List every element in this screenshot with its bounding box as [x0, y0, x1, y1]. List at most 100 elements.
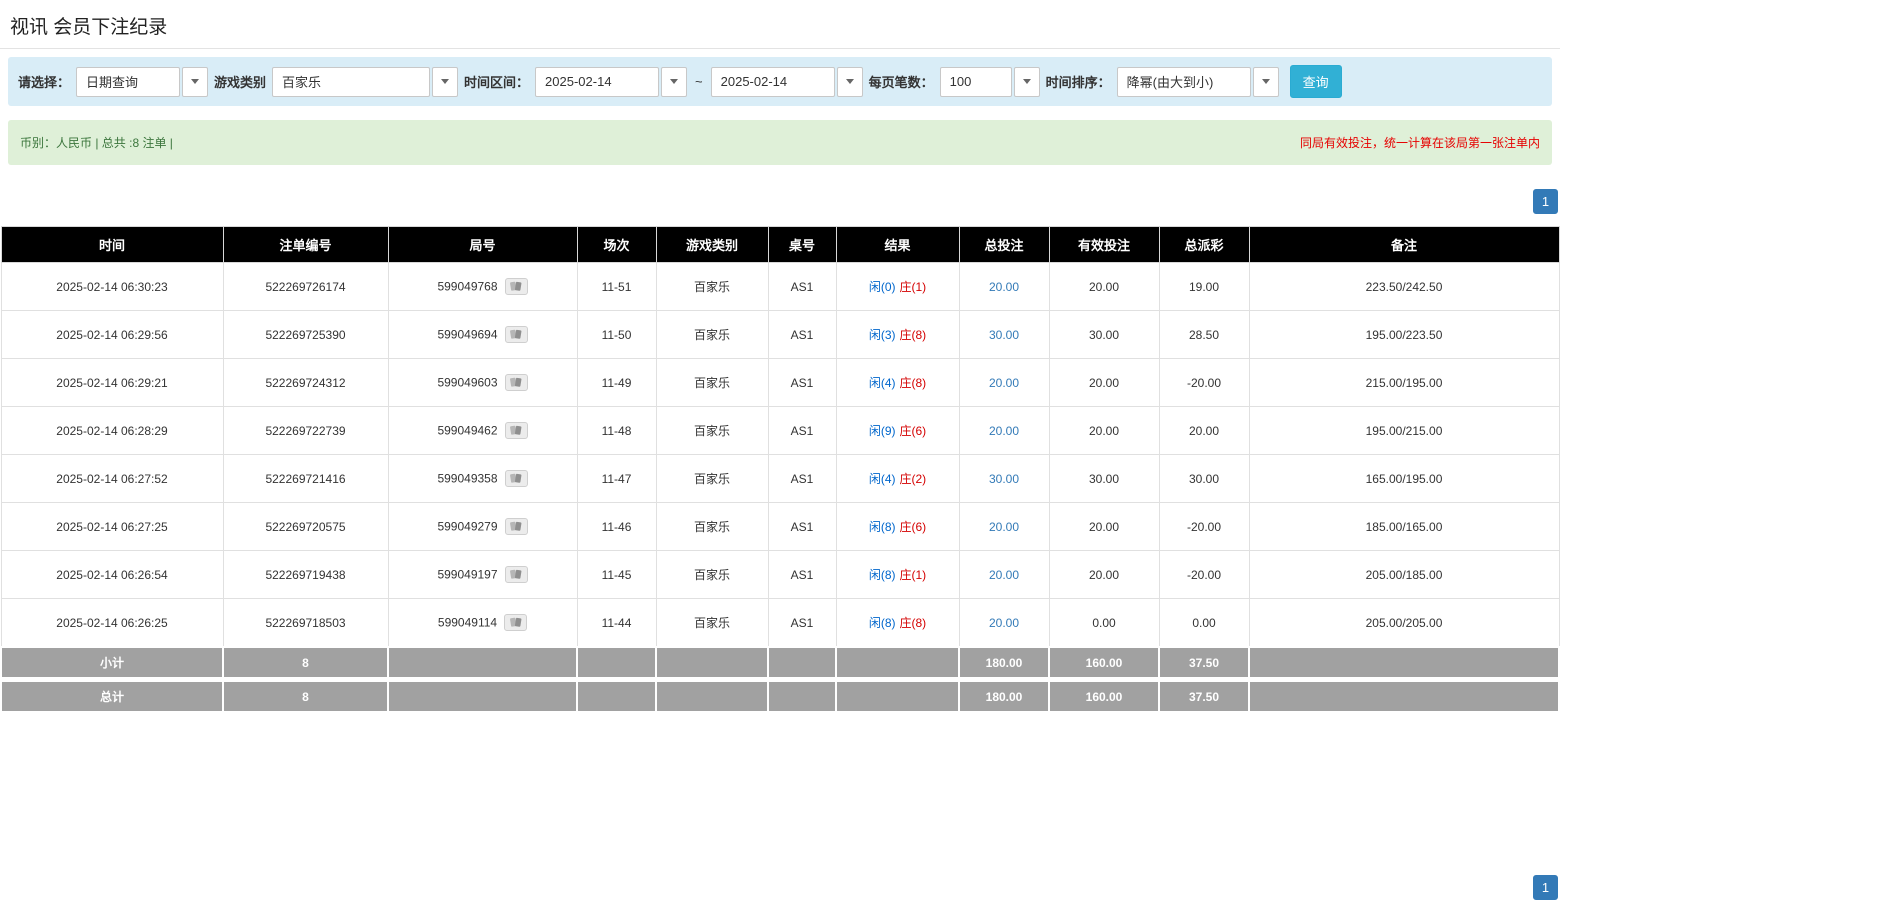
subtotal-total-bet: 180.00 [958, 646, 1050, 681]
col-header-session: 场次 [576, 226, 657, 263]
sort-select[interactable]: 降幂(由大到小) [1116, 66, 1279, 97]
round-video-icon[interactable] [504, 374, 528, 391]
search-button[interactable]: 查询 [1289, 65, 1342, 98]
cell-result: 闲(8) 庄(6) [835, 502, 960, 551]
grand-total-label: 总计 [0, 677, 224, 713]
query-type-label: 请选择： [18, 75, 71, 90]
result-player: 闲(8) [868, 568, 896, 582]
subtotal-empty [767, 646, 837, 681]
subtotal-empty [655, 646, 769, 681]
cell-game-type: 百家乐 [655, 598, 769, 648]
page-1-button[interactable]: 1 [1533, 189, 1558, 214]
round-id-text: 599049768 [437, 279, 498, 294]
col-header-game-type: 游戏类别 [655, 226, 769, 263]
round-video-icon[interactable] [504, 470, 528, 487]
round-video-icon[interactable] [504, 566, 528, 583]
total-bet-link[interactable]: 30.00 [989, 328, 1019, 342]
cell-remark: 223.50/242.50 [1248, 262, 1560, 311]
cell-round-id: 599049462 [387, 406, 578, 455]
caret-glyph [1261, 79, 1270, 84]
cell-time: 2025-02-14 06:29:56 [0, 310, 224, 359]
betting-records-table: 时间 注单编号 局号 场次 游戏类别 桌号 结果 总投注 有效投注 总派彩 备注… [0, 226, 1560, 713]
chevron-down-icon[interactable] [1252, 66, 1279, 97]
col-header-time: 时间 [0, 226, 224, 263]
cell-bet-id: 522269721416 [222, 454, 389, 503]
cell-round-id: 599049603 [387, 358, 578, 407]
sort-label: 时间排序： [1045, 75, 1111, 90]
cell-session: 11-47 [576, 454, 657, 503]
range-separator: ~ [695, 74, 703, 89]
subtotal-label: 小计 [0, 646, 224, 681]
cell-total-bet: 20.00 [958, 262, 1050, 311]
subtotal-empty [387, 646, 578, 681]
cell-total-bet: 20.00 [958, 550, 1050, 599]
date-to-picker[interactable]: 2025-02-14 [710, 66, 863, 97]
round-id-text: 599049462 [437, 423, 498, 438]
result-player: 闲(4) [868, 472, 896, 486]
result-player: 闲(9) [868, 424, 896, 438]
game-type-select[interactable]: 百家乐 [272, 66, 459, 97]
page-1-button[interactable]: 1 [1533, 875, 1558, 900]
total-bet-link[interactable]: 20.00 [989, 376, 1019, 390]
chevron-down-icon[interactable] [432, 66, 459, 97]
result-banker: 庄(6) [899, 424, 927, 438]
total-bet-link[interactable]: 20.00 [989, 280, 1019, 294]
chevron-down-icon[interactable] [182, 66, 209, 97]
total-bet-link[interactable]: 20.00 [989, 568, 1019, 582]
col-header-valid-bet: 有效投注 [1048, 226, 1160, 263]
cell-valid-bet: 30.00 [1048, 454, 1160, 503]
col-header-remark: 备注 [1248, 226, 1560, 263]
total-bet-link[interactable]: 20.00 [989, 616, 1019, 630]
cell-result: 闲(4) 庄(2) [835, 454, 960, 503]
cell-session: 11-45 [576, 550, 657, 599]
cell-remark: 165.00/195.00 [1248, 454, 1560, 503]
page-title: 视讯 会员下注纪录 [10, 17, 168, 38]
result-banker: 庄(8) [899, 376, 927, 390]
cell-time: 2025-02-14 06:26:25 [0, 598, 224, 648]
grand-total-empty [1248, 677, 1560, 713]
round-video-icon[interactable] [504, 614, 528, 631]
round-video-icon[interactable] [504, 422, 528, 439]
grand-total-empty [655, 677, 769, 713]
query-type-select[interactable]: 日期查询 [76, 66, 209, 97]
total-bet-link[interactable]: 20.00 [989, 520, 1019, 534]
grand-total-empty [576, 677, 657, 713]
chevron-down-icon[interactable] [661, 66, 688, 97]
info-bar: 币别：人民币 | 总共 :8 注单 | 同局有效投注，统一计算在该局第一张注单内 [8, 120, 1552, 165]
table-row: 2025-02-14 06:29:21 522269724312 5990496… [0, 358, 1560, 407]
result-banker: 庄(1) [899, 280, 927, 294]
result-banker: 庄(8) [899, 616, 927, 630]
cell-session: 11-49 [576, 358, 657, 407]
page-size-select[interactable]: 100 [939, 66, 1040, 97]
chevron-down-icon[interactable] [836, 66, 863, 97]
table-row: 2025-02-14 06:26:25 522269718503 5990491… [0, 598, 1560, 648]
cell-total-bet: 20.00 [958, 598, 1050, 648]
col-header-table-no: 桌号 [767, 226, 837, 263]
grand-total-empty [387, 677, 578, 713]
date-from-picker[interactable]: 2025-02-14 [535, 66, 688, 97]
round-video-icon[interactable] [504, 518, 528, 535]
title-divider [0, 48, 1560, 49]
cell-bet-id: 522269720575 [222, 502, 389, 551]
round-video-icon[interactable] [504, 326, 528, 343]
cell-table-no: AS1 [767, 502, 837, 551]
result-banker: 庄(1) [899, 568, 927, 582]
cell-game-type: 百家乐 [655, 406, 769, 455]
subtotal-empty [576, 646, 657, 681]
pagination-top: 1 [0, 189, 1560, 214]
col-header-result: 结果 [835, 226, 960, 263]
round-video-icon[interactable] [504, 278, 528, 295]
cell-result: 闲(8) 庄(8) [835, 598, 960, 648]
cell-bet-id: 522269722739 [222, 406, 389, 455]
total-bet-link[interactable]: 20.00 [989, 424, 1019, 438]
grand-total-total-bet: 180.00 [958, 677, 1050, 713]
chevron-down-icon[interactable] [1013, 66, 1040, 97]
cell-total-bet: 20.00 [958, 358, 1050, 407]
cell-table-no: AS1 [767, 598, 837, 648]
rule-notice: 同局有效投注，统一计算在该局第一张注单内 [1299, 136, 1540, 150]
total-bet-link[interactable]: 30.00 [989, 472, 1019, 486]
cell-total-bet: 20.00 [958, 406, 1050, 455]
table-row: 2025-02-14 06:27:52 522269721416 5990493… [0, 454, 1560, 503]
cell-payout: 28.50 [1158, 310, 1250, 359]
caret-glyph [1022, 79, 1031, 84]
